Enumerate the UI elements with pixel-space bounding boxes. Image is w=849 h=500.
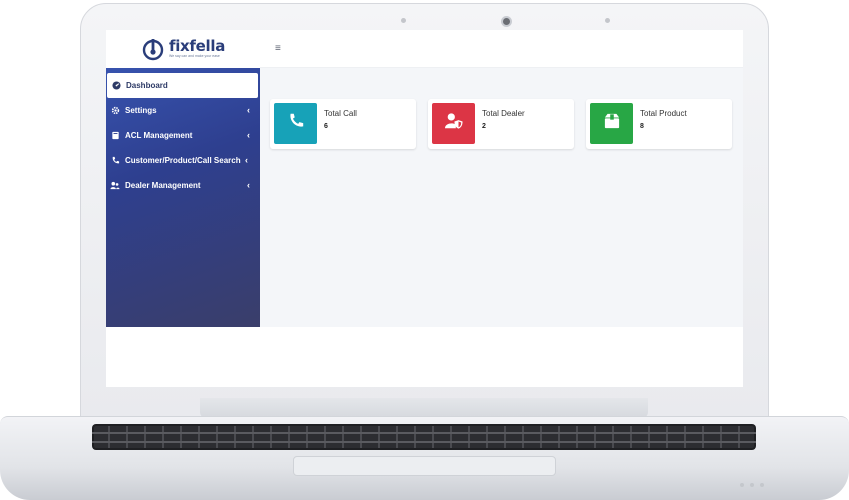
laptop-hinge (200, 398, 648, 418)
sidebar-item-dealer-management[interactable]: Dealer Management ‹ (106, 173, 260, 198)
card-icon-box (590, 103, 633, 144)
lid-dot (605, 18, 610, 23)
users-icon (110, 181, 120, 191)
card-icon-box (432, 103, 475, 144)
sidebar-item-customer-product-call-search[interactable]: Customer/Product/Call Search ‹ (106, 148, 260, 173)
card-title: Total Call (324, 109, 357, 118)
sidebar-item-label: Dealer Management (125, 181, 201, 190)
lid-dot (401, 18, 406, 23)
sidebar-menu: Dashboard Settings ‹ ACL Management ‹ Cu… (106, 73, 260, 198)
phone-icon (287, 112, 305, 135)
card-title: Total Product (640, 109, 687, 118)
brand-name: fixfella (168, 37, 226, 56)
keyboard (92, 424, 756, 450)
sidebar-item-label: Dashboard (126, 81, 168, 90)
phone-icon (110, 156, 120, 166)
sidebar-item-label: Settings (125, 106, 157, 115)
laptop-mockup: fixfella We say can and make your ease D… (0, 0, 849, 500)
webcam (501, 16, 512, 27)
fixfella-logo-icon (141, 37, 165, 61)
brand-text: fixfella We say can and make your ease (169, 39, 225, 59)
sidebar-item-dashboard[interactable]: Dashboard (107, 73, 258, 98)
chevron-left-icon: ‹ (247, 130, 250, 140)
card-value: 6 (324, 123, 328, 130)
book-icon (110, 131, 120, 141)
sidebar-item-label: ACL Management (125, 131, 193, 140)
stat-card-total-product[interactable]: Total Product 8 (586, 99, 732, 149)
top-navbar: ≡ (260, 30, 743, 68)
sidebar: fixfella We say can and make your ease D… (106, 30, 260, 327)
trackpad (293, 456, 556, 476)
chevron-left-icon: ‹ (247, 180, 250, 190)
box-icon (603, 113, 621, 134)
base-dots (740, 483, 764, 487)
user-shield-icon (444, 112, 464, 135)
chevron-left-icon: ‹ (247, 105, 250, 115)
dashboard-content: Total Call 6 Total Dealer 2 Total Produc… (260, 68, 743, 327)
card-icon-box (274, 103, 317, 144)
gear-icon (110, 106, 120, 116)
card-value: 2 (482, 123, 486, 130)
app-screen: fixfella We say can and make your ease D… (106, 30, 743, 387)
chevron-left-icon: ‹ (245, 155, 248, 165)
stat-card-total-call[interactable]: Total Call 6 (270, 99, 416, 149)
hamburger-menu-icon[interactable]: ≡ (275, 43, 281, 54)
sidebar-item-label: Customer/Product/Call Search (125, 156, 241, 165)
stat-card-total-dealer[interactable]: Total Dealer 2 (428, 99, 574, 149)
sidebar-item-settings[interactable]: Settings ‹ (106, 98, 260, 123)
brand-tagline: We say can and make your ease (168, 54, 220, 59)
brand[interactable]: fixfella We say can and make your ease (106, 30, 260, 68)
dashboard-icon (111, 81, 121, 91)
card-value: 8 (640, 123, 644, 130)
sidebar-item-acl-management[interactable]: ACL Management ‹ (106, 123, 260, 148)
card-title: Total Dealer (482, 109, 525, 118)
